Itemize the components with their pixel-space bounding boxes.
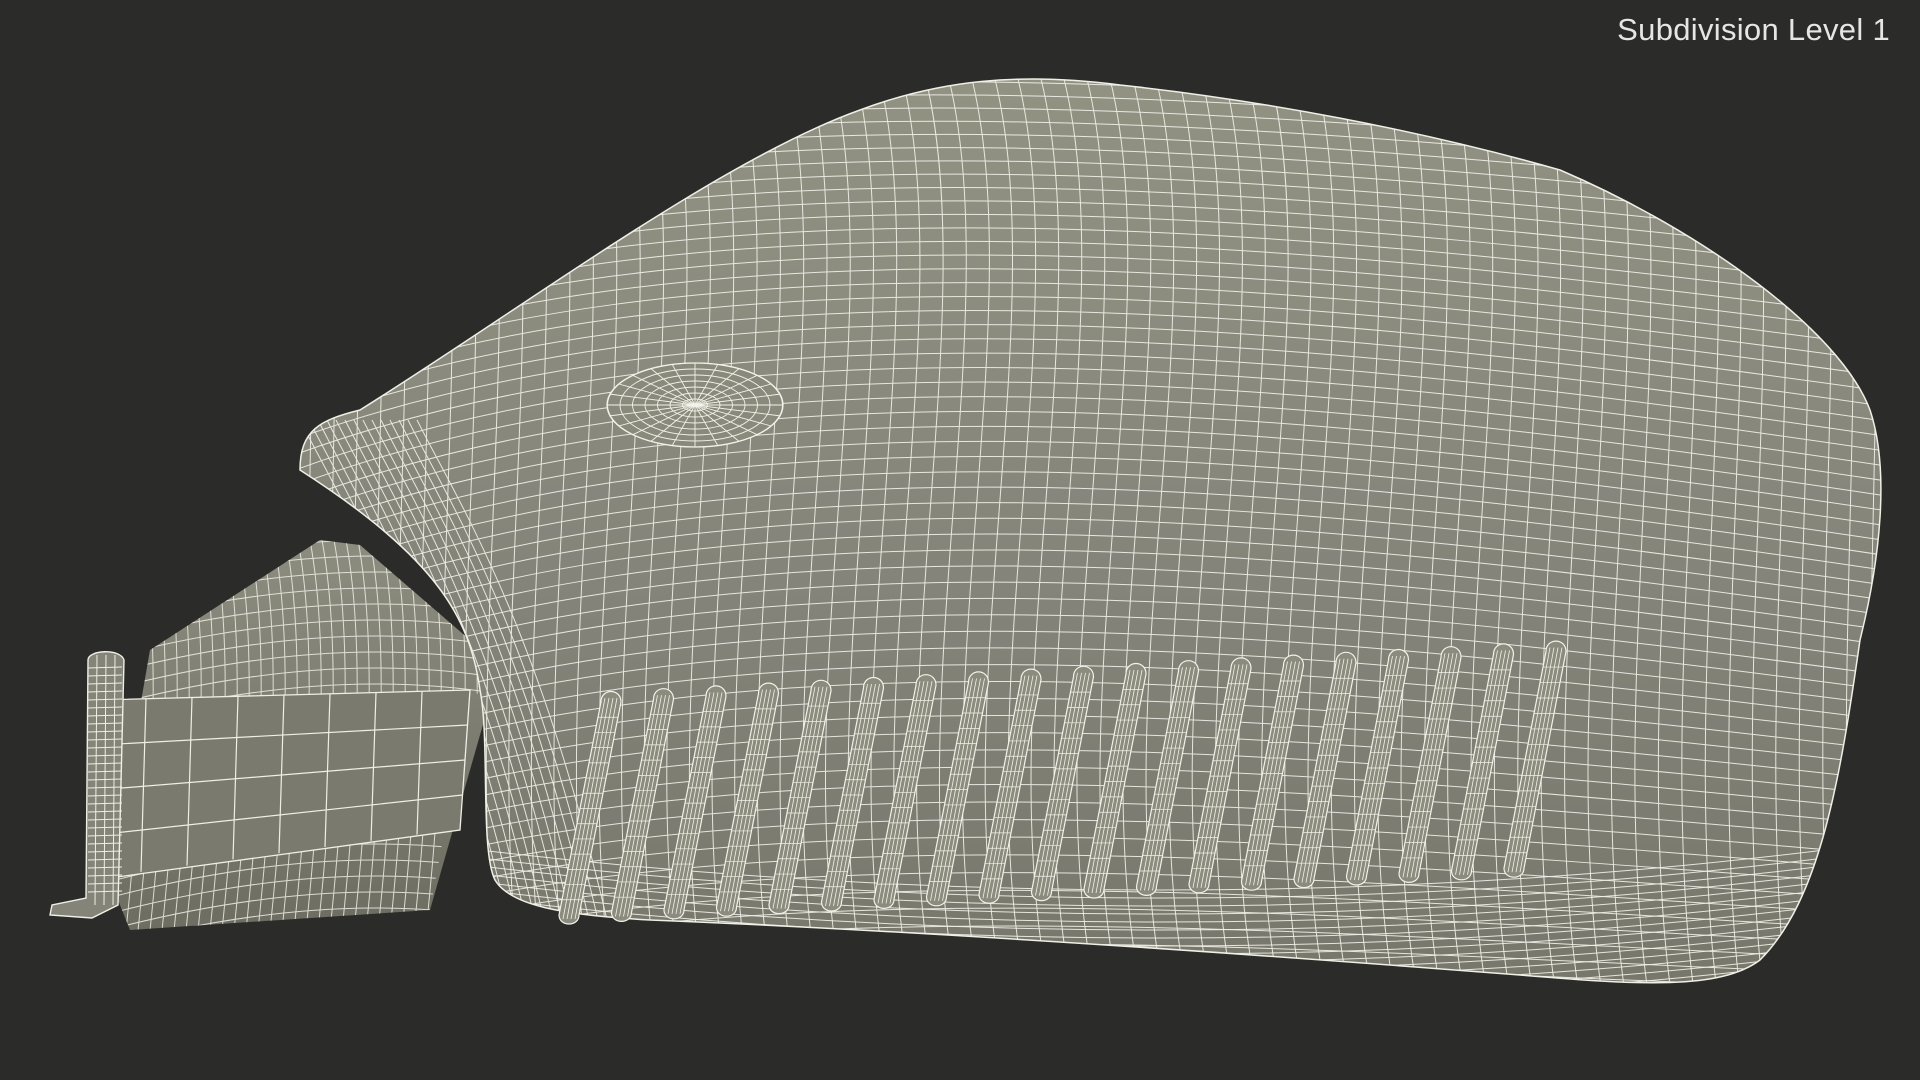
subdivision-level-label: Subdivision Level 1: [1617, 12, 1890, 47]
3d-viewport: Subdivision Level 1: [0, 0, 1920, 1080]
sensor-disc: [606, 362, 784, 448]
mirror-housing: [299, 78, 1882, 984]
mount-bracket: [49, 540, 490, 930]
mirror-wireframe-model: [49, 78, 1882, 984]
